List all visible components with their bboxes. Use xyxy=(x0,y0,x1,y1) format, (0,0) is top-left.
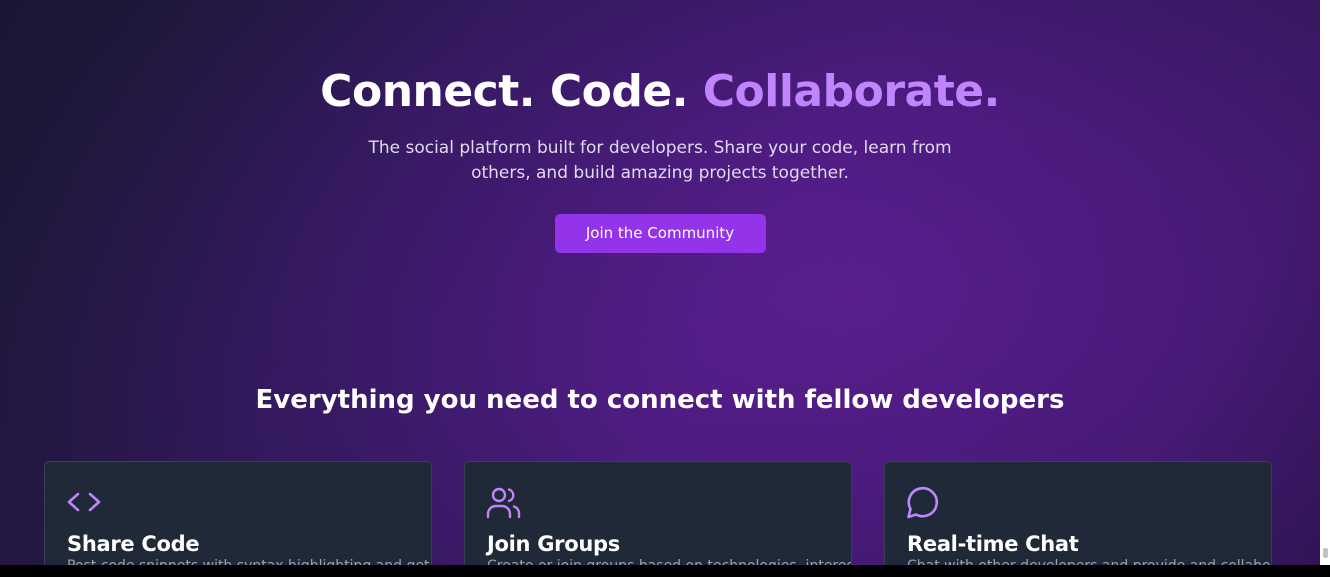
vertical-scrollbar[interactable] xyxy=(1320,0,1330,565)
card-title: Share Code xyxy=(67,532,200,556)
code-icon xyxy=(66,484,102,520)
hero-section: Connect. Code. Collaborate. The social p… xyxy=(0,62,1320,253)
join-community-button[interactable]: Join the Community xyxy=(554,214,766,253)
window-bottom-edge xyxy=(0,565,1330,577)
features-heading: Everything you need to connect with fell… xyxy=(255,385,1065,415)
hero-title-accent: Collaborate. xyxy=(702,66,1001,117)
card-title: Real-time Chat xyxy=(907,532,1079,556)
feature-card-real-time-chat[interactable]: Real-time Chat Chat with other developer… xyxy=(884,461,1272,577)
card-title: Join Groups xyxy=(487,532,620,556)
scrollbar-thumb[interactable] xyxy=(1323,548,1328,558)
feature-card-share-code[interactable]: Share Code Post code snippets with synta… xyxy=(44,461,432,577)
users-icon xyxy=(486,484,522,520)
hero-title-main: Connect. Code. xyxy=(320,66,688,117)
feature-card-join-groups[interactable]: Join Groups Create or join groups based … xyxy=(464,461,852,577)
hero-title: Connect. Code. Collaborate. xyxy=(0,62,1320,122)
hero-subtitle: The social platform built for developers… xyxy=(368,138,952,183)
chat-bubble-icon xyxy=(906,484,942,520)
